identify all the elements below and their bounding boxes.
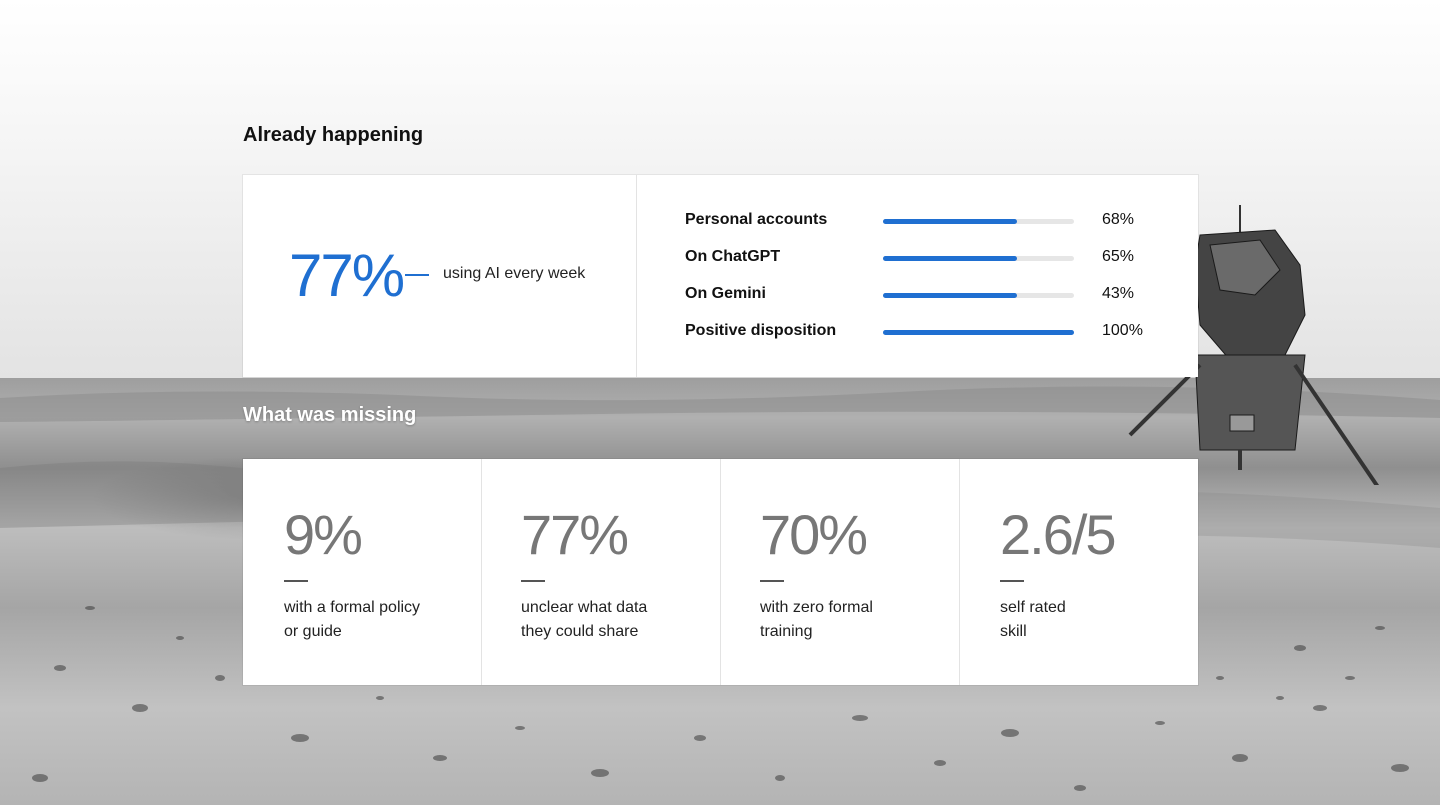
bar-fill — [883, 219, 1017, 224]
bar-fill — [883, 256, 1017, 261]
stat-value: 77% — [521, 503, 629, 566]
bar-fill — [883, 330, 1074, 335]
stat-caption-line: they could share — [521, 623, 639, 640]
missing-stat-skill: 2.6/5 self rated skill — [960, 459, 1199, 685]
bar-label: Positive disposition — [685, 322, 837, 339]
stat-dash — [284, 580, 308, 582]
bar-label: On ChatGPT — [685, 248, 781, 265]
stat-caption-line: training — [760, 623, 813, 640]
stat-caption-line: skill — [1000, 623, 1027, 640]
stat-caption: with zero formal training — [760, 596, 940, 644]
headline-dash — [405, 274, 429, 276]
bar-value: 65% — [1102, 248, 1135, 265]
stat-caption-line: unclear what data — [521, 599, 648, 616]
headline-stat: 77% — [289, 242, 405, 309]
stat-caption: with a formal policy or guide — [284, 596, 464, 644]
missing-stat-policy: 9% with a formal policy or guide — [243, 459, 482, 685]
usage-bars: Personal accounts 68% On ChatGPT 65% On … — [685, 209, 1165, 357]
stat-dash — [521, 580, 545, 582]
bar-row-on-chatgpt: On ChatGPT 65% — [685, 246, 1165, 283]
bar-track — [883, 256, 1074, 261]
section-title-what-was-missing: What was missing — [243, 404, 417, 426]
bar-track — [883, 330, 1074, 335]
stat-value: 2.6/5 — [1000, 503, 1117, 566]
stat-caption: unclear what data they could share — [521, 596, 701, 644]
bar-value: 68% — [1102, 211, 1135, 228]
headline-caption: using AI every week — [443, 265, 586, 282]
stat-dash — [1000, 580, 1024, 582]
bar-track — [883, 293, 1074, 298]
bar-fill — [883, 293, 1017, 298]
missing-stat-data-sharing: 77% unclear what data they could share — [482, 459, 721, 685]
stat-caption: self rated skill — [1000, 596, 1180, 644]
stat-dash — [760, 580, 784, 582]
card-divider — [636, 175, 637, 377]
already-happening-card: 77% using AI every week Personal account… — [243, 175, 1198, 377]
section-title-already-happening: Already happening — [243, 124, 424, 146]
stat-value: 9% — [284, 503, 363, 566]
stat-caption-line: or guide — [284, 623, 342, 640]
stat-caption-line: with zero formal — [760, 599, 873, 616]
stat-value: 70% — [760, 503, 868, 566]
bar-label: Personal accounts — [685, 211, 828, 228]
missing-stat-training: 70% with zero formal training — [721, 459, 960, 685]
bar-row-positive-disposition: Positive disposition 100% — [685, 320, 1165, 357]
what-was-missing-card: 9% with a formal policy or guide 77% unc… — [243, 459, 1198, 685]
bar-value: 43% — [1102, 285, 1135, 302]
bar-row-on-gemini: On Gemini 43% — [685, 283, 1165, 320]
bar-value: 100% — [1102, 322, 1143, 339]
stat-caption-line: with a formal policy — [284, 599, 421, 616]
bar-label: On Gemini — [685, 285, 766, 302]
stat-caption-line: self rated — [1000, 599, 1066, 616]
bar-row-personal-accounts: Personal accounts 68% — [685, 209, 1165, 246]
bar-track — [883, 219, 1074, 224]
